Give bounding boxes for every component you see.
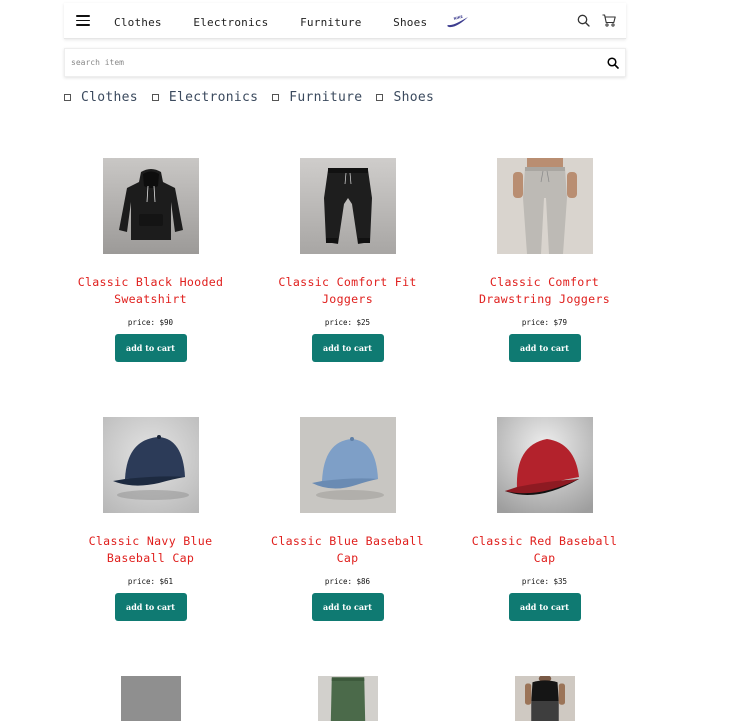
filter-electronics[interactable]: Electronics (151, 89, 259, 105)
black-joggers-image[interactable] (299, 158, 396, 254)
hamburger-menu-icon[interactable] (76, 15, 90, 26)
add-to-cart-button[interactable]: add to cart (311, 334, 384, 362)
category-filters: Clothes Electronics Furniture Shoes (64, 88, 448, 106)
light-blue-cap-image[interactable] (299, 417, 396, 513)
product-price: price: $25 (324, 318, 371, 327)
nav-link-electronics[interactable]: Electronics (193, 16, 268, 29)
filter-checkbox[interactable] (64, 93, 71, 101)
black-hoodie-image[interactable] (102, 158, 199, 254)
nav-link-shoes[interactable]: Shoes (393, 16, 427, 29)
svg-text:NIKE: NIKE (454, 14, 465, 20)
product-card: Classic Comfort Fit Joggers price: $25 a… (249, 158, 446, 369)
product-price: price: $86 (324, 577, 371, 586)
filter-clothes[interactable]: Clothes (64, 90, 138, 105)
filter-shoes[interactable]: Shoes (376, 90, 434, 105)
filter-checkbox[interactable] (272, 93, 280, 101)
nav-link-clothes[interactable]: Clothes (114, 16, 162, 29)
filter-checkbox[interactable] (376, 93, 384, 101)
red-cap-image[interactable] (496, 417, 593, 513)
search-icon[interactable] (576, 14, 590, 28)
nav-link-furniture[interactable]: Furniture (300, 16, 361, 29)
grey-product-image[interactable] (103, 676, 199, 721)
page: Clothes Electronics Furniture Shoes NIKE (0, 0, 751, 721)
product-price: price: $61 (127, 577, 174, 586)
add-to-cart-button[interactable]: add to cart (114, 334, 187, 362)
product-title[interactable]: Classic Comfort Fit Joggers (263, 274, 433, 308)
header-actions (576, 14, 616, 28)
filter-label: Clothes (81, 89, 138, 105)
search-submit-icon[interactable] (606, 56, 620, 70)
product-title[interactable]: Classic Navy Blue Baseball Cap (66, 533, 236, 567)
green-pants-image[interactable] (300, 676, 396, 721)
top-navbar: Clothes Electronics Furniture Shoes NIKE (64, 3, 626, 39)
filter-label: Electronics (168, 89, 259, 105)
product-card: Classic Blue Baseball Cap price: $86 add… (249, 417, 446, 628)
search-bar (64, 48, 626, 77)
product-grid: Classic Black Hooded Sweatshirt price: $… (52, 158, 642, 721)
product-title[interactable]: Classic Red Baseball Cap (460, 533, 630, 567)
add-to-cart-button[interactable]: add to cart (508, 334, 581, 362)
product-card: Classic Navy Blue Baseball Cap price: $6… (52, 417, 249, 628)
add-to-cart-button[interactable]: add to cart (508, 593, 581, 621)
product-card: Classic Red Baseball Cap price: $35 add … (446, 417, 643, 628)
product-price: price: $35 (521, 577, 568, 586)
navy-cap-image[interactable] (102, 417, 199, 513)
product-card: Classic Comfort Drawstring Joggers price… (446, 158, 643, 369)
nike-logo[interactable]: NIKE (447, 14, 469, 28)
product-title[interactable]: Classic Blue Baseball Cap (263, 533, 433, 567)
nav-links: Clothes Electronics Furniture Shoes (114, 11, 449, 30)
grey-drawstring-joggers-image[interactable] (496, 158, 593, 254)
product-price: price: $90 (127, 318, 174, 327)
filter-label: Furniture (289, 89, 363, 105)
add-to-cart-button[interactable]: add to cart (311, 593, 384, 621)
product-card (249, 676, 446, 721)
product-card: Classic Black Hooded Sweatshirt price: $… (52, 158, 249, 369)
product-card (52, 676, 249, 721)
filter-checkbox[interactable] (151, 93, 159, 101)
filter-furniture[interactable]: Furniture (272, 90, 362, 105)
search-input[interactable] (65, 48, 606, 77)
product-title[interactable]: Classic Black Hooded Sweatshirt (66, 274, 236, 308)
black-top-image[interactable] (497, 676, 593, 721)
cart-icon[interactable] (602, 14, 616, 28)
filter-label: Shoes (393, 89, 435, 105)
add-to-cart-button[interactable]: add to cart (114, 593, 187, 621)
product-price: price: $79 (521, 318, 568, 327)
product-card (446, 676, 643, 721)
product-title[interactable]: Classic Comfort Drawstring Joggers (460, 274, 630, 308)
